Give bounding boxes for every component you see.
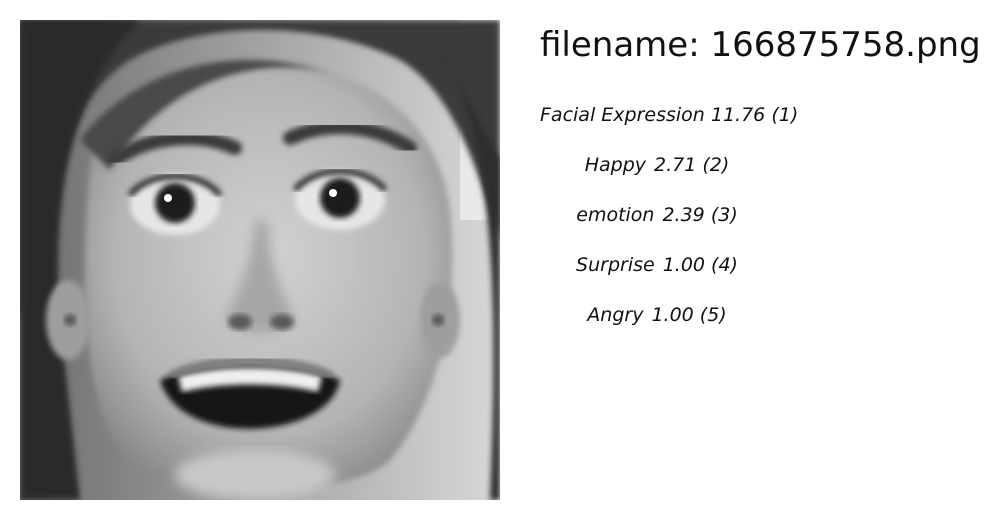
label-name: Happy — [584, 154, 646, 176]
label-score: 1.00 — [662, 254, 705, 276]
label-score: 2.71 — [654, 154, 697, 176]
label-score: 2.39 — [662, 204, 705, 226]
label-score: 11.76 — [710, 104, 766, 126]
label-row: Surprise 1.00 (4) — [540, 250, 774, 280]
label-name: Angry — [587, 304, 644, 326]
label-name: Facial Expression — [540, 104, 705, 126]
label-rank: (2) — [702, 154, 730, 176]
filename-value: 166875758.png — [710, 25, 981, 65]
label-row: Facial Expression 11.76 (1) — [540, 100, 810, 130]
face-photo-illustration — [20, 20, 500, 500]
label-row: Angry 1.00 (5) — [540, 300, 774, 330]
filename-label: filename: — [540, 25, 700, 65]
label-rank: (5) — [699, 304, 727, 326]
label-name: emotion — [576, 204, 655, 226]
label-row: emotion 2.39 (3) — [540, 200, 774, 230]
face-photo — [20, 20, 500, 500]
label-rank: (4) — [711, 254, 738, 276]
label-score: 1.00 — [651, 304, 694, 326]
label-rank: (3) — [710, 204, 738, 226]
label-name: Surprise — [576, 254, 655, 276]
filename-heading: filename: 166875758.png — [540, 22, 981, 68]
label-rank: (1) — [771, 104, 799, 126]
label-row: Happy 2.71 (2) — [540, 150, 774, 180]
